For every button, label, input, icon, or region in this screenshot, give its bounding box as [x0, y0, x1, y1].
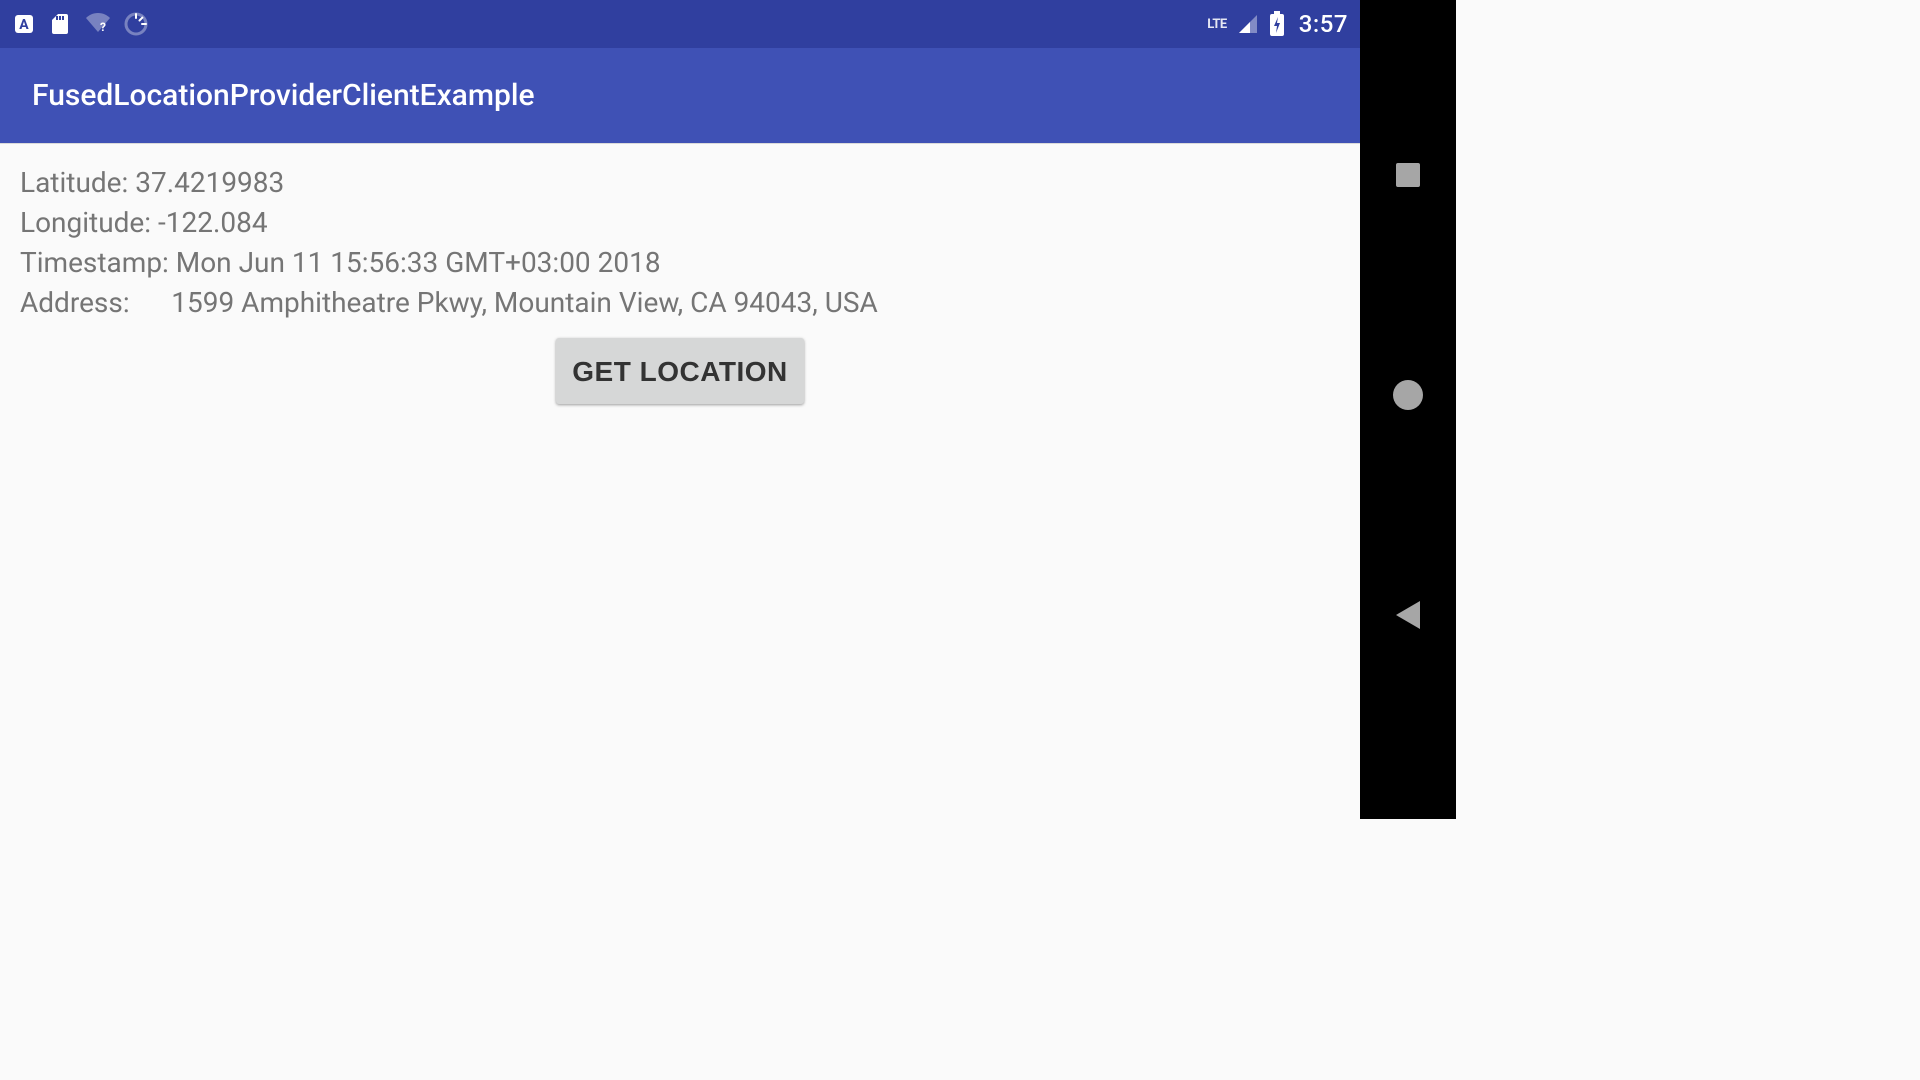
longitude-row: Longitude: -122.084 — [20, 204, 1340, 242]
svg-text:?: ? — [100, 20, 106, 34]
action-bar: FusedLocationProviderClientExample — [0, 48, 1360, 144]
longitude-label: Longitude: — [20, 204, 158, 242]
nav-home-button[interactable] — [1393, 380, 1423, 410]
svg-text:A: A — [19, 17, 29, 33]
lte-label: LTE — [1207, 17, 1226, 32]
status-clock: 3:57 — [1299, 10, 1348, 38]
nav-back-button[interactable] — [1393, 600, 1423, 630]
timestamp-value: Mon Jun 11 15:56:33 GMT+03:00 2018 — [176, 244, 661, 282]
status-bar: A ? LTE 3:57 — [0, 0, 1360, 48]
address-value: 1599 Amphitheatre Pkwy, Mountain View, C… — [171, 284, 877, 322]
battery-charging-icon — [1269, 11, 1285, 37]
latitude-row: Latitude: 37.4219983 — [20, 164, 1340, 202]
cell-signal-icon — [1237, 13, 1259, 35]
address-label: Address: — [20, 284, 171, 322]
timestamp-row: Timestamp: Mon Jun 11 15:56:33 GMT+03:00… — [20, 244, 1340, 282]
nav-overview-button[interactable] — [1393, 160, 1423, 190]
get-location-button[interactable]: GET LOCATION — [556, 338, 803, 404]
app-title: FusedLocationProviderClientExample — [32, 78, 535, 113]
device-screen: A ? LTE 3:57 — [0, 0, 1360, 819]
main-content: Latitude: 37.4219983 Longitude: -122.084… — [0, 144, 1360, 404]
sd-card-icon — [48, 12, 72, 36]
loading-spinner-icon — [124, 12, 148, 36]
nav-bar — [1360, 0, 1456, 819]
address-row: Address: 1599 Amphitheatre Pkwy, Mountai… — [20, 284, 1340, 322]
latitude-label: Latitude: — [20, 164, 135, 202]
timestamp-label: Timestamp: — [20, 244, 176, 282]
keyboard-icon: A — [12, 12, 36, 36]
wifi-question-icon: ? — [84, 12, 112, 36]
latitude-value: 37.4219983 — [135, 164, 284, 202]
longitude-value: -122.084 — [158, 204, 268, 242]
